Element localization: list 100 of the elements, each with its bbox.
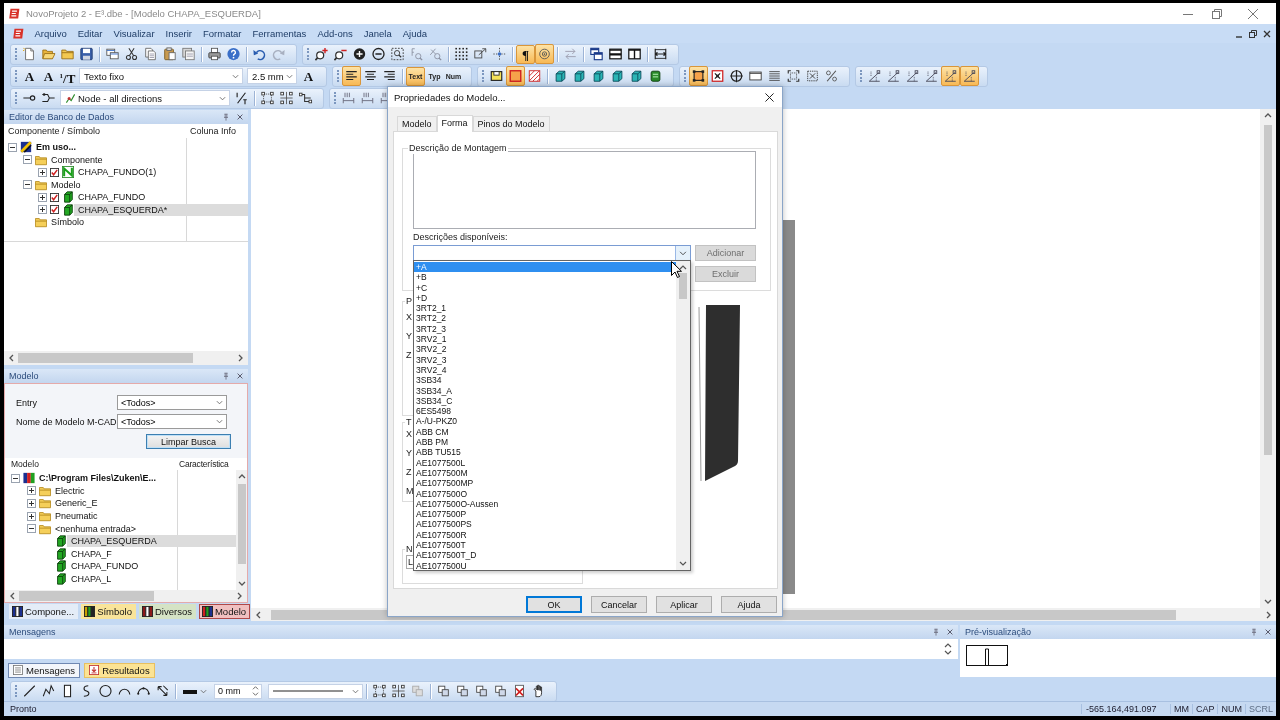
tree-item[interactable]: CHAPA_L (67, 573, 236, 586)
vertical-scrollbar[interactable] (236, 470, 247, 590)
list-item[interactable]: 3RT2_1 (414, 303, 676, 314)
align-left-icon[interactable] (342, 66, 361, 86)
caret-down-icon[interactable] (216, 400, 223, 405)
panel-tab[interactable]: Compone... (9, 603, 79, 619)
tree-item[interactable]: CHAPA_ESQUERDA* (74, 203, 248, 216)
tree-item[interactable]: CHAPA_FUNDO (67, 560, 236, 573)
list-item[interactable]: +C (414, 282, 676, 293)
list-item[interactable]: 3RV2_1 (414, 334, 676, 345)
toolbar-button[interactable]: A (39, 66, 58, 86)
expand-toggle[interactable] (38, 205, 47, 215)
scroll-thumb[interactable] (18, 353, 193, 363)
toolbar-dropdown[interactable]: 2.5 mm (247, 68, 297, 84)
expand-toggle[interactable] (23, 155, 32, 165)
line-style-dropdown[interactable] (268, 683, 363, 699)
tab[interactable]: Pinos do Modelo (472, 116, 550, 131)
checkbox[interactable] (50, 205, 59, 215)
square-handles-icon[interactable] (689, 66, 708, 86)
chevron-down-icon[interactable] (1264, 599, 1272, 605)
tree-item[interactable]: Componente (47, 153, 248, 166)
restore-icon[interactable] (1249, 29, 1257, 38)
list-item[interactable]: AE1077500U (414, 560, 676, 570)
chevron-left-icon[interactable] (9, 592, 15, 600)
scroll-thumb[interactable] (19, 591, 154, 601)
dialog-button[interactable]: Ajuda (721, 596, 777, 613)
filter-dropdown[interactable]: <Todos> (117, 395, 227, 410)
chevron-left-icon[interactable] (8, 354, 14, 362)
spinner-arrows-icon[interactable] (252, 685, 259, 697)
dimension-icon[interactable] (941, 66, 960, 86)
toolbar-dropdown[interactable]: Texto fixo (79, 68, 243, 84)
list-item[interactable]: AE1077500T (414, 540, 676, 551)
panel-tab[interactable]: Símbolo (81, 603, 136, 619)
toolbar-button[interactable]: A (20, 66, 39, 86)
list-item[interactable]: 6ES5498 (414, 406, 676, 417)
panel-tab[interactable]: Mensagens (8, 662, 81, 678)
vertical-scrollbar[interactable] (676, 261, 690, 570)
dialog-button[interactable]: OK (526, 596, 582, 613)
pin-icon[interactable] (222, 113, 230, 121)
list-item[interactable]: A-/U-PKZ0 (414, 416, 676, 427)
tree-item[interactable]: Generic_E (51, 497, 236, 510)
scroll-thumb[interactable] (679, 273, 687, 299)
chevron-up-icon[interactable] (1264, 112, 1272, 118)
scroll-thumb[interactable] (237, 484, 246, 564)
caret-down-icon[interactable] (216, 419, 223, 424)
spinner-arrows-icon[interactable] (944, 642, 952, 656)
expand-toggle[interactable] (27, 499, 36, 508)
tree-item[interactable]: CHAPA_ESQUERDA (67, 535, 236, 548)
column-header[interactable]: Característica (177, 459, 229, 469)
spin-field[interactable]: 0 mm (214, 683, 262, 699)
caret-down-icon[interactable] (679, 250, 688, 256)
tree-item[interactable]: CHAPA_F (67, 547, 236, 560)
expand-toggle[interactable] (23, 180, 32, 190)
menu-item[interactable]: Arquivo (29, 28, 73, 39)
clear-search-button[interactable]: Limpar Busca (146, 434, 231, 449)
expand-toggle[interactable] (27, 524, 36, 534)
caret-down-icon[interactable] (219, 95, 226, 101)
list-item[interactable]: AE1077500L (414, 457, 676, 468)
menu-item[interactable]: Ferramentas (247, 28, 312, 39)
expand-toggle[interactable] (38, 192, 47, 202)
list-item[interactable]: 3SB34 (414, 375, 676, 386)
target-icon[interactable] (535, 44, 554, 64)
list-item[interactable]: AE1077500MP (414, 478, 676, 489)
tree-item[interactable]: CHAPA_FUNDO(1) (74, 166, 248, 179)
chevron-left-icon[interactable] (255, 610, 261, 619)
list-item[interactable]: AE1077500M (414, 467, 676, 479)
chevron-up-icon[interactable] (237, 473, 246, 479)
menu-item[interactable]: Inserir (160, 28, 198, 39)
close-icon[interactable] (1263, 29, 1271, 38)
vertical-scrollbar[interactable] (1260, 109, 1276, 608)
list-item[interactable]: AE1077500R (414, 529, 676, 540)
dialog-button[interactable]: Aplicar (656, 596, 712, 613)
menu-item[interactable]: Janela (358, 28, 398, 39)
expand-toggle[interactable] (27, 511, 36, 521)
toolbar-button[interactable]: A (299, 66, 318, 86)
list-item[interactable]: 3RT2_3 (414, 323, 676, 335)
toolbar-button[interactable]: ¶ (516, 44, 535, 64)
checkbox[interactable] (50, 167, 59, 177)
list-item[interactable]: AE1077500P (414, 509, 676, 520)
column-header[interactable]: Componente / Símbolo (4, 126, 186, 136)
horizontal-scrollbar[interactable] (4, 351, 248, 365)
chevron-right-icon[interactable] (238, 354, 244, 362)
tree-item[interactable]: Modelo (47, 178, 248, 191)
checkbox[interactable] (50, 192, 59, 202)
tree-item[interactable]: Símbolo (47, 216, 248, 229)
chevron-right-icon[interactable] (1266, 610, 1272, 619)
chevron-right-icon[interactable] (237, 592, 243, 600)
panel-tab[interactable]: Modelo (198, 603, 251, 619)
square-icon[interactable] (506, 66, 525, 86)
scroll-thumb[interactable] (1264, 125, 1272, 455)
expand-toggle[interactable] (38, 167, 47, 177)
pin-icon[interactable] (932, 628, 940, 636)
menu-item[interactable]: Add-ons (311, 28, 359, 39)
menu-item[interactable]: Editar (72, 28, 109, 39)
list-item[interactable]: AE1077500O-Aussen (414, 498, 676, 510)
expand-toggle[interactable] (11, 473, 20, 483)
toolbar-button[interactable]: $^{1}$/T (58, 66, 77, 86)
expand-toggle[interactable] (8, 142, 17, 152)
filter-dropdown[interactable]: <Todos> (117, 414, 227, 429)
list-item[interactable]: 3RV2_2 (414, 344, 676, 355)
